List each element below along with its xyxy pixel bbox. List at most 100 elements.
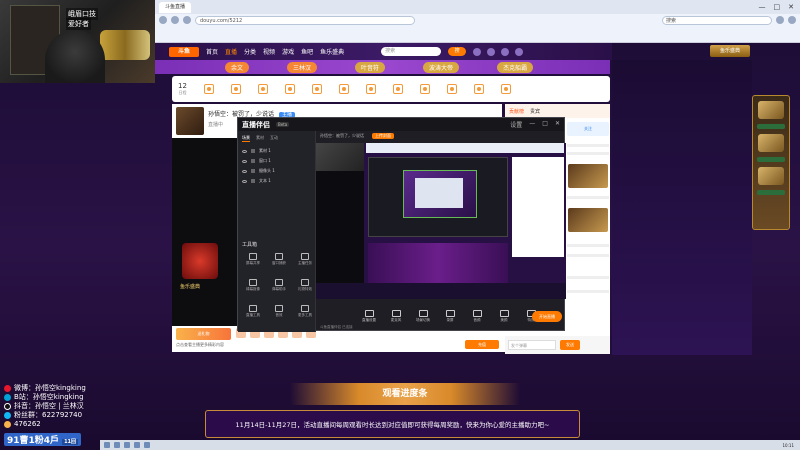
nav-category[interactable]: 分类 [244,47,256,56]
close-button[interactable]: ✕ [788,3,794,11]
game-icon[interactable] [419,84,430,94]
site-search-input[interactable]: 搜索 [381,47,442,56]
tool-window-capture[interactable]: 窗口捕获 [268,253,290,269]
recharge-button[interactable]: 充值 [465,340,499,349]
live-settings-button[interactable]: 直播设置 [360,310,378,323]
visibility-icon[interactable] [242,159,247,163]
minimize-button[interactable]: — [759,3,766,11]
scene-switch-button[interactable]: 场景切换 [414,310,432,323]
medal-icon[interactable] [338,84,349,94]
chat-input[interactable]: 发个弹幕 [508,340,556,350]
taskbar-app-icon[interactable] [134,442,140,448]
app-maximize-button[interactable]: □ [542,120,548,129]
banner-chip-4[interactable]: 波涛大帝 [423,61,460,73]
visibility-icon[interactable] [242,169,247,173]
banner-chip-2[interactable]: 三林汉 [287,61,318,73]
browser-search-input[interactable]: 搜索 [662,15,772,25]
address-bar[interactable]: douyu.com/5212 [195,15,415,25]
start-live-button[interactable]: 开始直播 [532,311,562,322]
tab-interaction[interactable]: 互动 [270,135,278,142]
lock-icon[interactable] [251,159,255,163]
stream-title[interactable]: 孙悟空：被罚了，少说话 [320,133,364,139]
gift-button[interactable]: 送礼物 [176,328,231,340]
follow-card[interactable]: 关注 [567,122,609,136]
vote-icon[interactable] [473,84,484,94]
follow-icon[interactable] [487,47,496,56]
nav-video[interactable]: 视频 [263,47,275,56]
scene-item[interactable]: 素材 1 [238,146,315,156]
settings-button[interactable]: 设置 [510,120,522,129]
scene-item[interactable]: 窗口 1 [238,156,315,166]
send-button[interactable]: 发送 [560,340,580,350]
tab-sources[interactable]: 素材 [256,135,264,142]
tool-live-tools[interactable]: 直播工具 [242,305,264,321]
message-icon[interactable] [501,47,510,56]
tool-green-screen[interactable]: 绿幕抠像 [242,279,264,295]
stream-preview[interactable] [316,143,566,299]
promo-badge[interactable] [758,167,784,185]
tool-more[interactable]: 更多工具 [294,305,316,321]
start-icon[interactable] [104,442,110,448]
promo-graphic[interactable] [182,243,218,279]
forward-icon[interactable] [171,16,179,24]
tool-sound[interactable]: 音效 [268,305,290,321]
banner-chip-5[interactable]: 杰克船霸 [497,61,534,73]
banner-chip-3[interactable]: 叶音符 [355,61,386,73]
taskbar-app-icon[interactable] [114,442,120,448]
festival-promo-button[interactable]: 鱼乐盛典 [710,45,750,57]
video-player[interactable]: 鱼乐盛典 [172,138,237,328]
chat-thumbnail[interactable] [568,208,608,232]
browser-tab[interactable]: 斗鱼直播 [159,1,192,13]
level-icon[interactable] [392,84,403,94]
chat-thumbnail[interactable] [568,164,608,188]
maximize-button[interactable]: □ [774,3,781,11]
promo-badge[interactable] [758,134,784,152]
taskbar-app-icon[interactable] [144,442,150,448]
lock-icon[interactable] [251,169,255,173]
streamer-avatar[interactable] [176,107,204,135]
nav-festival[interactable]: 鱼乐盛典 [320,47,344,56]
microphone-button[interactable]: 麦克风 [387,310,405,323]
tab-contribution[interactable]: 贡献榜 [509,108,524,115]
gift-icon[interactable] [230,84,241,94]
nav-live[interactable]: 直播 [225,47,237,56]
tab-scenes[interactable]: 场景 [242,135,250,142]
lock-icon[interactable] [251,149,255,153]
upload-cover-button[interactable]: 上传封面 [372,133,394,139]
tool-danmaku[interactable]: 弹幕助手 [268,279,290,295]
record-button[interactable]: 录屏 [441,310,459,323]
scene-item[interactable]: 文本 1 [238,176,315,186]
taskbar-app-icon[interactable] [124,442,130,448]
extension-icon[interactable] [776,16,784,24]
nav-game[interactable]: 游戏 [282,47,294,56]
shop-icon[interactable] [311,84,322,94]
nav-home[interactable]: 首页 [206,47,218,56]
audio-button[interactable]: 音频 [468,310,486,323]
tool-tasks[interactable]: 主播任务 [294,253,316,269]
tab-vip[interactable]: 贵宾 [530,108,540,115]
douyu-logo[interactable]: 斗鱼 [169,46,199,57]
site-search-button[interactable]: 搜 [448,47,467,56]
beauty-button[interactable]: 美颜 [495,310,513,323]
app-close-button[interactable]: ✕ [555,120,560,129]
tool-screen-share[interactable]: 屏幕共享 [242,253,264,269]
nav-fishbar[interactable]: 鱼吧 [301,47,313,56]
back-icon[interactable] [159,16,167,24]
banner-chip-1[interactable]: 余文 [225,61,250,73]
refresh-icon[interactable] [183,16,191,24]
rank-icon[interactable] [365,84,376,94]
date-box[interactable]: 12 日程 [178,82,187,96]
history-icon[interactable] [473,47,482,56]
menu-icon[interactable] [788,16,796,24]
visibility-icon[interactable] [242,149,247,153]
tool-gift-effects[interactable]: 礼物特效 [294,279,316,295]
box-icon[interactable] [257,84,268,94]
promo-badge[interactable] [758,101,784,119]
scene-item[interactable]: 摄像头 1 [238,166,315,176]
more-icon[interactable] [500,84,511,94]
user-icon[interactable] [515,47,524,56]
lottery-icon[interactable] [446,84,457,94]
task-icon[interactable] [203,84,214,94]
visibility-icon[interactable] [242,179,247,183]
lock-icon[interactable] [251,179,255,183]
